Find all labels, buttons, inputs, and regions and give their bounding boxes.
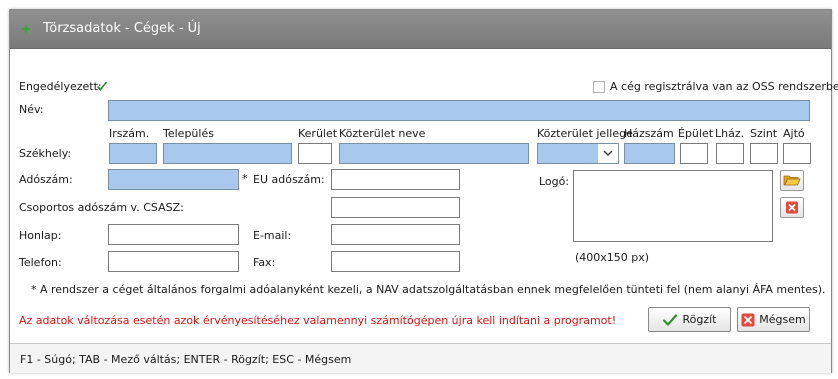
phone-label: Telefon: — [19, 256, 62, 269]
dialog-window: Törzsadatok - Cégek - Új Engedélyezett: … — [9, 9, 838, 373]
street-type-header: Közterület jellege — [537, 127, 633, 140]
stairway-header: Lház. — [715, 127, 745, 140]
logo-image-box[interactable] — [573, 170, 773, 242]
oss-checkbox[interactable] — [593, 81, 605, 93]
street-type-select[interactable] — [537, 143, 619, 164]
city-header: Település — [163, 127, 214, 140]
logo-size-hint: (400x150 px) — [575, 251, 650, 264]
approved-label: Engedélyezett: — [19, 80, 102, 93]
headquarters-label: Székhely: — [19, 147, 72, 160]
oss-label: A cég regisztrálva van az OSS rendszerbe — [610, 80, 838, 93]
building-header: Épület — [678, 127, 714, 140]
website-label: Honlap: — [19, 229, 62, 242]
folder-open-icon — [783, 175, 801, 186]
phone-input[interactable] — [108, 251, 239, 272]
fax-label: Fax: — [253, 256, 276, 269]
building-input[interactable] — [680, 143, 708, 164]
status-bar: F1 - Súgó; TAB - Mező váltás; ENTER - Rö… — [10, 343, 831, 373]
approved-checkbox[interactable] — [96, 80, 108, 92]
door-header: Ajtó — [783, 127, 805, 140]
chevron-down-icon — [603, 150, 613, 156]
website-input[interactable] — [108, 224, 239, 245]
name-input[interactable] — [108, 100, 810, 121]
open-logo-button[interactable] — [780, 170, 804, 191]
delete-logo-button[interactable] — [780, 197, 804, 218]
tax-asterisk: * — [242, 172, 248, 185]
save-button[interactable]: Rögzít — [648, 307, 731, 332]
cancel-button[interactable]: Mégsem — [737, 307, 810, 332]
email-label: E-mail: — [253, 229, 292, 242]
title-bar: Törzsadatok - Cégek - Új — [10, 10, 831, 49]
district-input[interactable] — [298, 143, 332, 164]
house-number-input[interactable] — [624, 143, 675, 164]
group-tax-label: Csoportos adószám v. CSASZ: — [19, 201, 184, 214]
dropdown-arrow[interactable] — [597, 144, 618, 163]
city-input[interactable] — [163, 143, 292, 164]
restart-warning: Az adatok változása esetén azok érvényes… — [19, 314, 617, 327]
group-tax-input[interactable] — [331, 197, 460, 218]
zip-input[interactable] — [109, 143, 157, 164]
delete-x-icon — [786, 201, 798, 214]
email-input[interactable] — [331, 224, 460, 245]
logo-label: Logó: — [539, 175, 570, 188]
tax-number-input[interactable] — [108, 169, 239, 190]
cancel-x-icon — [741, 313, 755, 326]
checkmark-icon — [663, 313, 678, 326]
vat-note: * A rendszer a céget általános forgalmi … — [31, 283, 826, 296]
name-label: Név: — [19, 103, 44, 116]
window-app-icon — [20, 23, 32, 35]
district-header: Kerület — [298, 127, 338, 140]
house-number-header: Házszám — [624, 127, 674, 140]
door-input[interactable] — [783, 143, 811, 164]
floor-input[interactable] — [750, 143, 778, 164]
street-name-header: Közterület neve — [339, 127, 426, 140]
tax-number-label: Adószám: — [19, 173, 73, 186]
street-name-input[interactable] — [339, 143, 529, 164]
save-button-label: Rögzít — [682, 313, 717, 326]
stairway-input[interactable] — [716, 143, 744, 164]
fax-input[interactable] — [331, 251, 460, 272]
status-bar-text: F1 - Súgó; TAB - Mező váltás; ENTER - Rö… — [20, 353, 352, 366]
eu-tax-input[interactable] — [331, 169, 460, 190]
cancel-button-label: Mégsem — [759, 313, 806, 326]
zip-header: Irszám. — [109, 127, 150, 140]
window-title: Törzsadatok - Cégek - Új — [43, 21, 201, 36]
floor-header: Szint — [750, 127, 778, 140]
eu-tax-label: EU adószám: — [253, 173, 325, 186]
